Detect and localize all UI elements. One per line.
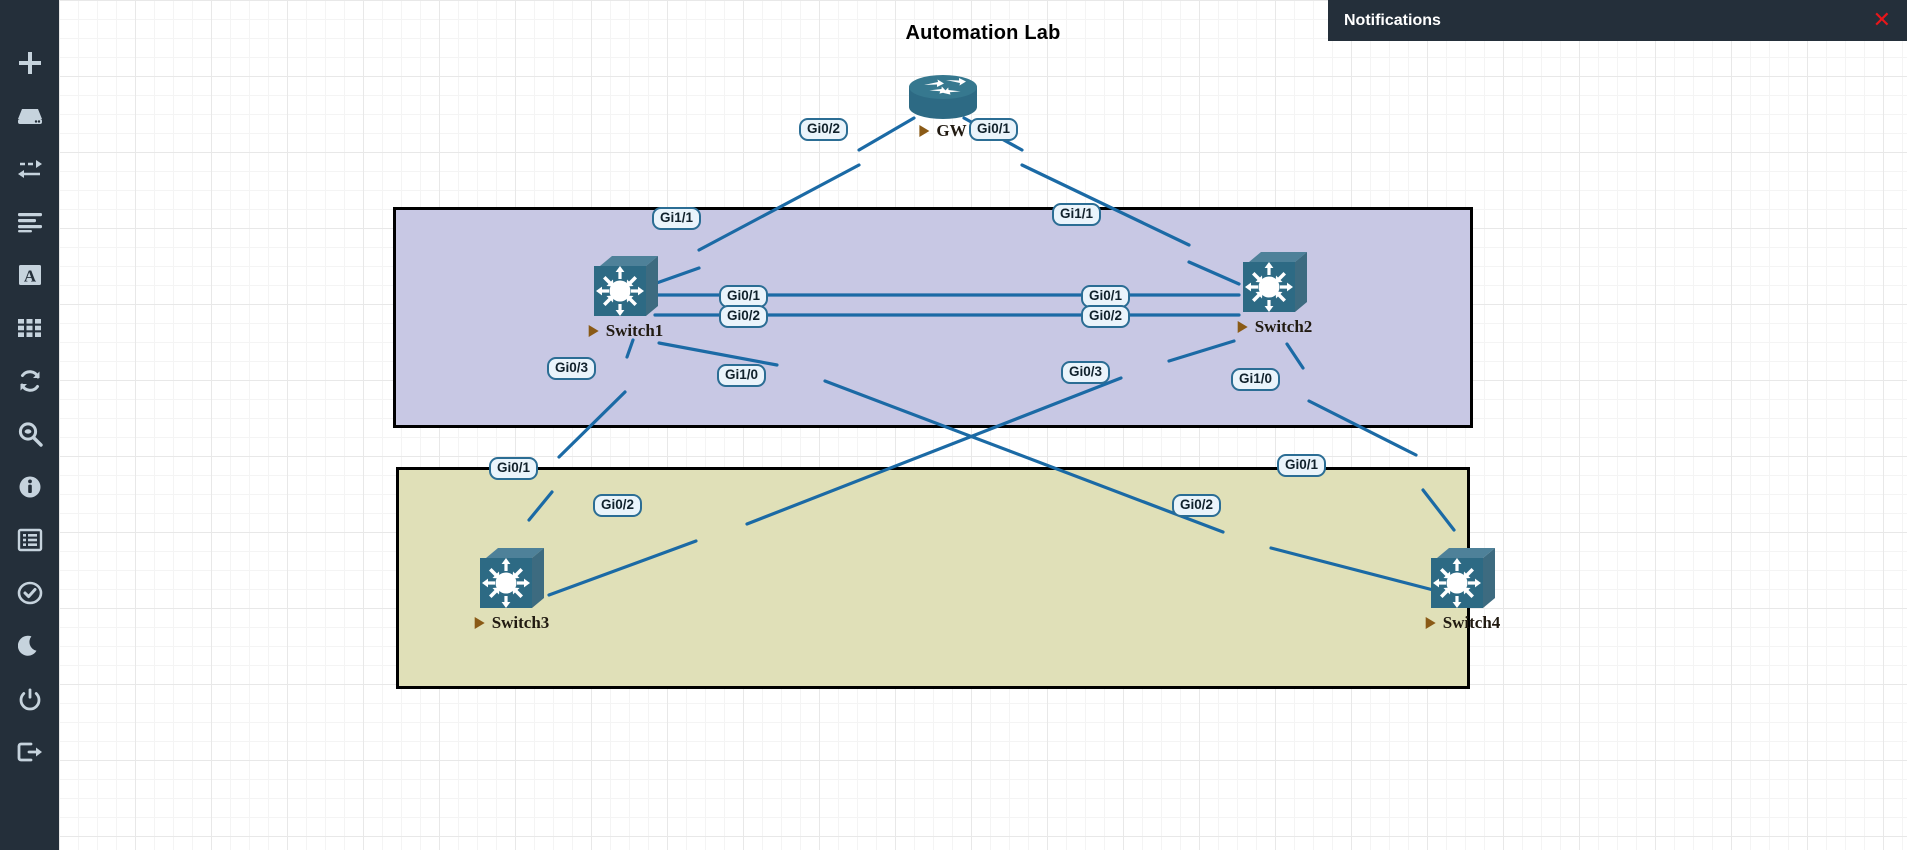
node-switch3[interactable]: Switch3 bbox=[474, 546, 549, 632]
refresh-icon[interactable] bbox=[0, 354, 59, 407]
node-switch2[interactable]: Switch2 bbox=[1237, 250, 1312, 336]
grid-icon[interactable] bbox=[0, 301, 59, 354]
node-switch4[interactable]: Switch4 bbox=[1425, 546, 1500, 632]
iface-sw1-gi03[interactable]: Gi0/3 bbox=[547, 357, 597, 381]
logout-icon[interactable] bbox=[0, 725, 59, 778]
link-sw1-sw3-b bbox=[557, 390, 627, 459]
link-sw2-sw4-a bbox=[1285, 342, 1305, 370]
align-icon[interactable] bbox=[0, 195, 59, 248]
link-sw2-sw3-a bbox=[1167, 339, 1236, 363]
iface-sw1-gi10[interactable]: Gi1/0 bbox=[717, 364, 767, 388]
iface-sw2-gi03[interactable]: Gi0/3 bbox=[1061, 361, 1111, 385]
node-gw[interactable]: GW bbox=[908, 74, 978, 140]
link-sw1-sw3-c bbox=[527, 490, 554, 522]
search-icon[interactable] bbox=[0, 407, 59, 460]
iface-sw2-gi10[interactable]: Gi1/0 bbox=[1231, 368, 1281, 392]
info-icon[interactable] bbox=[0, 460, 59, 513]
link-icon[interactable] bbox=[0, 142, 59, 195]
device-icon[interactable] bbox=[0, 89, 59, 142]
link-sw2-sw4-c bbox=[1421, 488, 1456, 532]
link-sw2-sw3-c bbox=[547, 539, 698, 597]
link-gw-sw1-b bbox=[697, 163, 861, 252]
link-sw2-sw4-b bbox=[1307, 399, 1418, 457]
topology-editor: A Automation Lab GW Switch1 Switch2 Swit… bbox=[0, 0, 1907, 850]
iface-sw1-gi11[interactable]: Gi1/1 bbox=[652, 207, 702, 231]
link-sw1-sw3-a bbox=[625, 338, 635, 359]
add-node-icon[interactable] bbox=[0, 36, 59, 89]
left-toolbar: A bbox=[0, 0, 59, 850]
link-gw-sw2-b bbox=[1020, 163, 1191, 247]
iface-sw2-gi11[interactable]: Gi1/1 bbox=[1052, 203, 1102, 227]
node-switch1[interactable]: Switch1 bbox=[588, 254, 663, 340]
node-switch2-label: Switch2 bbox=[1237, 317, 1312, 337]
play-triangle-icon bbox=[474, 617, 485, 629]
link-sw2-sw3-b bbox=[745, 376, 1123, 526]
play-triangle-icon bbox=[1237, 321, 1248, 333]
text-icon[interactable]: A bbox=[0, 248, 59, 301]
check-icon[interactable] bbox=[0, 566, 59, 619]
iface-sw1-gi02[interactable]: Gi0/2 bbox=[719, 305, 769, 329]
iface-sw2-gi02[interactable]: Gi0/2 bbox=[1081, 305, 1131, 329]
iface-sw4-gi01[interactable]: Gi0/1 bbox=[1277, 454, 1327, 478]
iface-gw-gi01[interactable]: Gi0/1 bbox=[969, 118, 1019, 142]
link-sw1-sw4-b bbox=[823, 379, 1225, 534]
link-sw1-sw4-c bbox=[1269, 546, 1443, 594]
close-icon[interactable]: ✕ bbox=[1869, 9, 1895, 32]
link-gw-sw1-a bbox=[857, 116, 916, 152]
svg-text:A: A bbox=[23, 266, 36, 285]
link-gw-sw2-c bbox=[1187, 260, 1241, 286]
iface-sw3-gi01[interactable]: Gi0/1 bbox=[489, 457, 539, 481]
play-triangle-icon bbox=[1425, 617, 1436, 629]
topology-canvas[interactable]: Automation Lab GW Switch1 Switch2 Switch… bbox=[59, 0, 1907, 850]
moon-icon[interactable] bbox=[0, 619, 59, 672]
node-switch1-label: Switch1 bbox=[588, 321, 663, 341]
notifications-title: Notifications bbox=[1344, 11, 1441, 29]
iface-sw3-gi02[interactable]: Gi0/2 bbox=[593, 494, 643, 518]
power-icon[interactable] bbox=[0, 672, 59, 725]
iface-sw4-gi02[interactable]: Gi0/2 bbox=[1172, 494, 1222, 518]
play-triangle-icon bbox=[588, 325, 599, 337]
link-sw1-sw4-a bbox=[657, 341, 779, 367]
list-icon[interactable] bbox=[0, 513, 59, 566]
notifications-panel: Notifications ✕ bbox=[1328, 0, 1907, 41]
node-gw-label: GW bbox=[919, 121, 967, 141]
iface-gw-gi02[interactable]: Gi0/2 bbox=[799, 118, 849, 142]
node-switch3-label: Switch3 bbox=[474, 613, 549, 633]
node-switch4-label: Switch4 bbox=[1425, 613, 1500, 633]
play-triangle-icon bbox=[919, 125, 930, 137]
